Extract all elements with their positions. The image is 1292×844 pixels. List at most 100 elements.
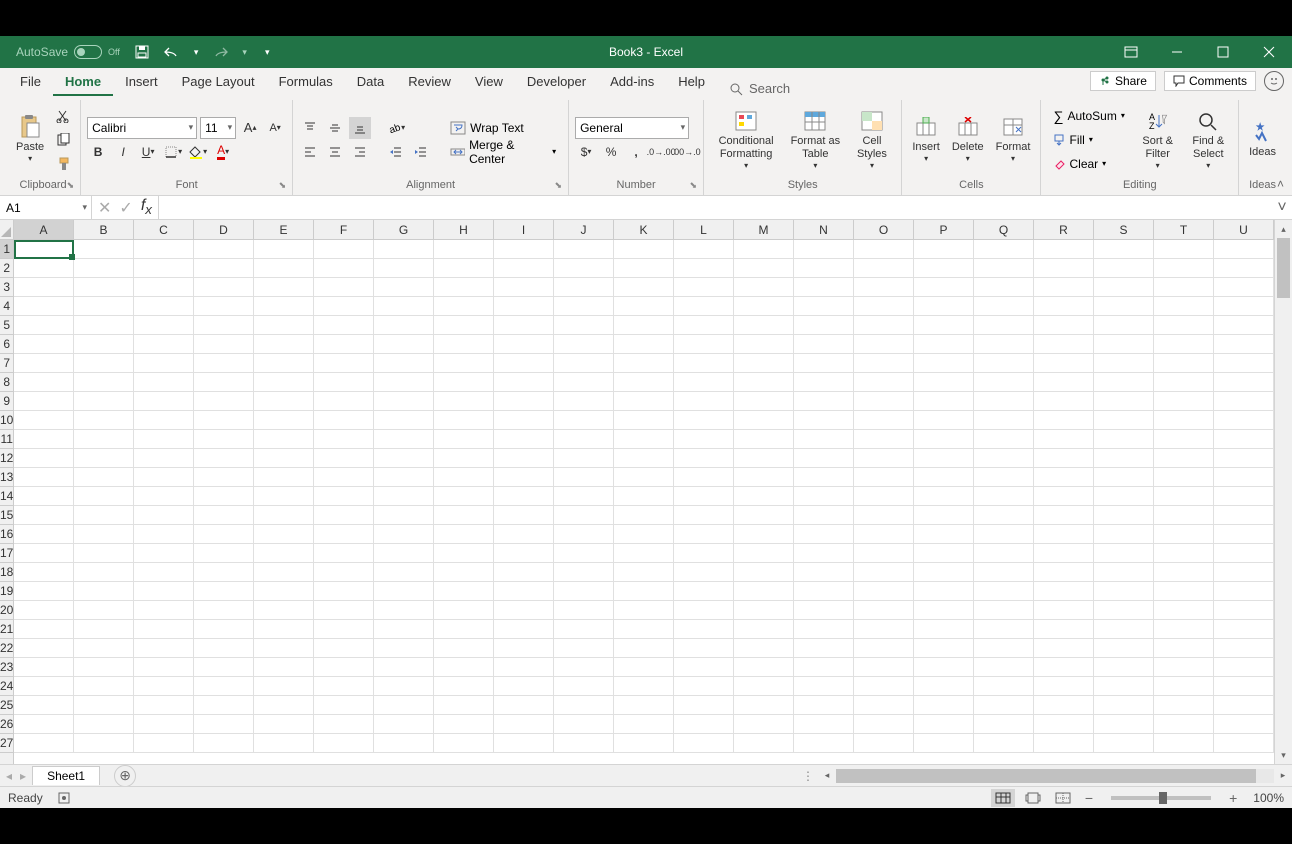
cell[interactable] [1154, 639, 1214, 658]
cell[interactable] [1214, 601, 1274, 620]
column-header[interactable]: Q [974, 220, 1034, 239]
row-header[interactable]: 24 [0, 677, 13, 696]
find-select-button[interactable]: Find & Select▾ [1185, 107, 1233, 173]
cell[interactable] [1214, 544, 1274, 563]
cell[interactable] [974, 297, 1034, 316]
cell[interactable] [314, 677, 374, 696]
cell[interactable] [854, 715, 914, 734]
cell[interactable] [914, 354, 974, 373]
conditional-formatting-button[interactable]: Conditional Formatting▾ [710, 107, 782, 173]
cell[interactable] [854, 259, 914, 278]
column-header[interactable]: U [1214, 220, 1274, 239]
cell[interactable] [914, 373, 974, 392]
cell[interactable] [614, 639, 674, 658]
cell[interactable] [734, 259, 794, 278]
decrease-font-icon[interactable]: A▾ [264, 117, 286, 139]
number-format-combo[interactable]: General [575, 117, 689, 139]
cell[interactable] [914, 297, 974, 316]
column-header[interactable]: A [14, 220, 74, 239]
cell[interactable] [1034, 582, 1094, 601]
cell[interactable] [374, 525, 434, 544]
column-header[interactable]: T [1154, 220, 1214, 239]
cell[interactable] [974, 354, 1034, 373]
orientation-icon[interactable]: ab▾ [385, 117, 407, 139]
cell[interactable] [1154, 506, 1214, 525]
cell[interactable] [674, 715, 734, 734]
undo-icon[interactable] [164, 44, 180, 60]
minimize-button[interactable] [1154, 36, 1200, 68]
cell[interactable] [74, 544, 134, 563]
cell[interactable] [194, 373, 254, 392]
cell[interactable] [1154, 525, 1214, 544]
cancel-formula-icon[interactable]: ✕ [98, 198, 111, 218]
cell[interactable] [134, 696, 194, 715]
cell[interactable] [734, 354, 794, 373]
cell[interactable] [914, 658, 974, 677]
cell[interactable] [194, 335, 254, 354]
cell[interactable] [494, 715, 554, 734]
cell[interactable] [14, 506, 74, 525]
cell[interactable] [434, 392, 494, 411]
cell[interactable] [614, 354, 674, 373]
cell[interactable] [794, 734, 854, 753]
cell[interactable] [674, 392, 734, 411]
cell[interactable] [854, 677, 914, 696]
cell[interactable] [374, 297, 434, 316]
cell[interactable] [794, 468, 854, 487]
cell[interactable] [134, 259, 194, 278]
formula-input[interactable] [159, 196, 1272, 219]
cell[interactable] [1034, 259, 1094, 278]
cell[interactable] [74, 259, 134, 278]
cell[interactable] [14, 316, 74, 335]
cell[interactable] [674, 563, 734, 582]
cell[interactable] [854, 240, 914, 259]
cell[interactable] [134, 240, 194, 259]
cell[interactable] [854, 392, 914, 411]
cell[interactable] [494, 430, 554, 449]
column-header[interactable]: R [1034, 220, 1094, 239]
cell[interactable] [194, 582, 254, 601]
cell[interactable] [1154, 677, 1214, 696]
cell[interactable] [194, 297, 254, 316]
cell[interactable] [974, 658, 1034, 677]
cell[interactable] [74, 658, 134, 677]
cell[interactable] [14, 430, 74, 449]
cell[interactable] [854, 316, 914, 335]
cell[interactable] [134, 601, 194, 620]
cell[interactable] [734, 525, 794, 544]
row-header[interactable]: 27 [0, 734, 13, 753]
tab-data[interactable]: Data [345, 69, 396, 96]
cell[interactable] [674, 525, 734, 544]
align-left-icon[interactable] [299, 141, 321, 163]
tab-formulas[interactable]: Formulas [267, 69, 345, 96]
align-top-icon[interactable] [299, 117, 321, 139]
cell[interactable] [794, 620, 854, 639]
row-header[interactable]: 26 [0, 715, 13, 734]
cell[interactable] [734, 392, 794, 411]
format-painter-icon[interactable] [52, 153, 74, 175]
cell[interactable] [1214, 677, 1274, 696]
cell[interactable] [914, 468, 974, 487]
cell[interactable] [194, 259, 254, 278]
cell[interactable] [434, 468, 494, 487]
cut-icon[interactable] [52, 105, 74, 127]
cell[interactable] [434, 259, 494, 278]
row-header[interactable]: 18 [0, 563, 13, 582]
cell[interactable] [1034, 278, 1094, 297]
cell[interactable] [1034, 677, 1094, 696]
fill-button[interactable]: Fill▾ [1047, 129, 1130, 151]
cell[interactable] [1094, 658, 1154, 677]
cell[interactable] [374, 715, 434, 734]
zoom-in-button[interactable]: + [1225, 790, 1241, 806]
cell[interactable] [1154, 373, 1214, 392]
cell[interactable] [554, 525, 614, 544]
cell[interactable] [554, 297, 614, 316]
cell[interactable] [794, 525, 854, 544]
cell[interactable] [314, 563, 374, 582]
cell[interactable] [674, 582, 734, 601]
cell[interactable] [74, 582, 134, 601]
cell[interactable] [1094, 525, 1154, 544]
cell[interactable] [1154, 411, 1214, 430]
row-header[interactable]: 15 [0, 506, 13, 525]
cell[interactable] [494, 620, 554, 639]
